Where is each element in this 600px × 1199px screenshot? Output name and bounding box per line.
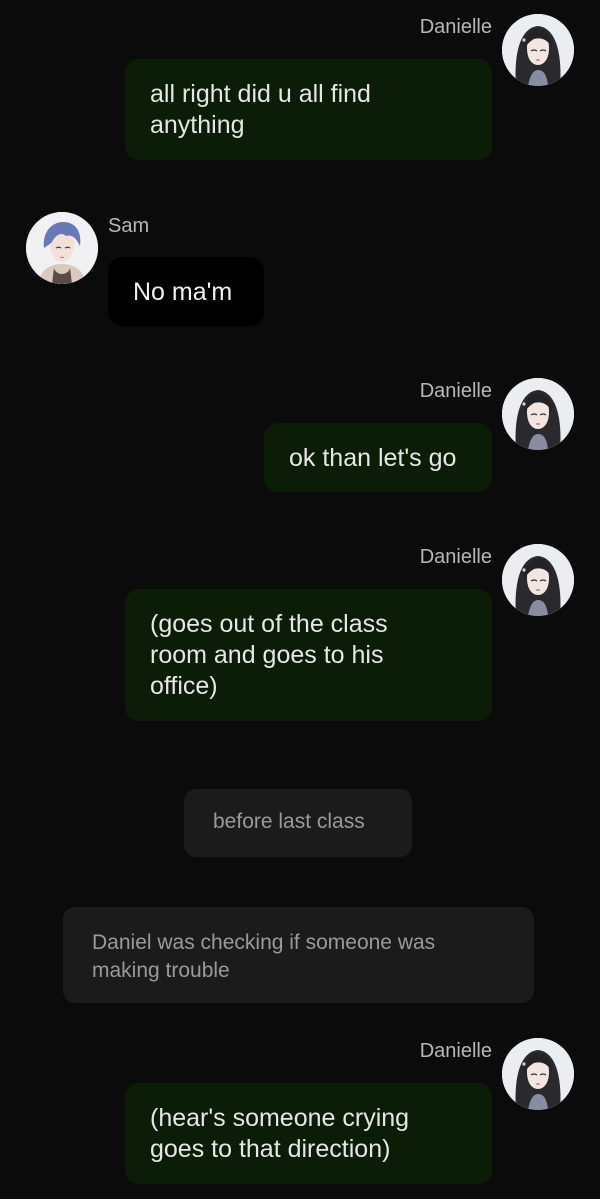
system-note-text: making trouble: [92, 959, 230, 982]
message-text-line: ok than let's go: [289, 444, 457, 472]
sender-name: Danielle: [419, 1040, 492, 1062]
message-text-line: all right did u all find: [150, 80, 371, 108]
avatar-danielle-icon[interactable]: [502, 544, 574, 616]
message-bubble[interactable]: ok than let's go: [264, 423, 492, 492]
avatar-danielle-icon[interactable]: [502, 378, 574, 450]
message-danielle-4: Danielle (hear's someone crying goes to …: [0, 1030, 600, 1199]
sender-name: Danielle: [419, 16, 492, 38]
message-bubble[interactable]: (hear's someone crying goes to that dire…: [125, 1083, 492, 1184]
message-bubble[interactable]: No ma'm: [108, 257, 264, 326]
sender-name: Sam: [108, 215, 150, 237]
message-text-line: office): [150, 672, 218, 700]
message-bubble[interactable]: (goes out of the class room and goes to …: [125, 589, 492, 721]
system-note-text: before last class: [213, 810, 365, 833]
message-bubble[interactable]: all right did u all find anything: [125, 59, 492, 160]
message-text-line: (goes out of the class: [150, 610, 388, 638]
message-text-line: room and goes to his: [150, 641, 384, 669]
message-danielle-2: Danielle ok than let's go: [0, 370, 600, 500]
message-text-line: goes to that direction): [150, 1135, 391, 1163]
message-danielle-3: Danielle (goes out of the class room and…: [0, 536, 600, 726]
message-danielle-1: Danielle all right did u all find anythi…: [0, 0, 600, 170]
avatar-sam-icon[interactable]: [26, 212, 98, 284]
sender-name: Danielle: [419, 380, 492, 402]
message-text-line: anything: [150, 111, 245, 139]
avatar-danielle-icon[interactable]: [502, 1038, 574, 1110]
sender-name: Danielle: [419, 546, 492, 568]
avatar-danielle-icon[interactable]: [502, 14, 574, 86]
system-note: Daniel was checking if someone was makin…: [63, 907, 534, 1003]
system-note: before last class: [184, 789, 412, 857]
message-text-line: No ma'm: [133, 278, 233, 306]
system-note-text: Daniel was checking if someone was: [92, 931, 436, 954]
message-sam-1: Sam No ma'm: [0, 200, 600, 330]
message-text-line: (hear's someone crying: [150, 1104, 410, 1132]
